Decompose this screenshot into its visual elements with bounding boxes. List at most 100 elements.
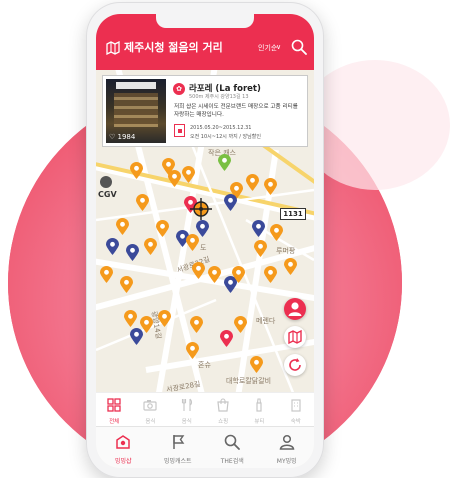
my-location-button[interactable] (284, 298, 306, 320)
grid-icon (107, 398, 121, 412)
map-label-place: 도 (200, 244, 207, 252)
map-pin[interactable] (250, 356, 263, 373)
category-stay[interactable]: 숙박 (278, 393, 314, 427)
map-pin[interactable] (130, 162, 143, 179)
phone-screen: 제주시청 젊음의 거리 인기순 ∨ ♡ 1984 ✿ 라포레 (La foret… (96, 14, 314, 468)
category-all[interactable]: 전체 (96, 393, 132, 427)
place-address: 500m 제주시 광양13길 13 (189, 94, 249, 100)
location-target-icon[interactable] (190, 198, 212, 220)
map-pin[interactable] (220, 330, 233, 347)
tab-my[interactable]: MY밍밍 (260, 427, 315, 468)
store-icon: ✿ (173, 83, 185, 95)
user-icon (279, 434, 295, 450)
category-food[interactable]: 음식 (169, 393, 205, 427)
map-pin[interactable] (126, 244, 139, 261)
road-number-sign: 1131 (280, 208, 306, 220)
map-pin[interactable] (186, 342, 199, 359)
tab-label: MY밍밍 (276, 458, 297, 465)
tab-shop[interactable]: 밍밍샵 (96, 427, 151, 468)
place-description: 저희 샵은 시세이도 전문브랜드 매장으로 고품 리티를 자랑하는 매장입니다. (174, 104, 298, 118)
map-pin[interactable] (116, 218, 129, 235)
map-pin-icon (116, 435, 130, 449)
map-pin[interactable] (196, 220, 209, 237)
map-pin[interactable] (232, 266, 245, 283)
cgv-icon (100, 176, 112, 188)
map-pin[interactable] (144, 238, 157, 255)
beauty-icon (256, 398, 263, 412)
map-icon (288, 329, 302, 345)
place-card[interactable]: ♡ 1984 ✿ 라포레 (La foret) 500m 제주시 광양13길 1… (102, 75, 308, 147)
map-pin[interactable] (192, 262, 205, 279)
shopping-bag-icon (217, 398, 229, 412)
tab-label: 밍밍샵 (114, 458, 132, 465)
map-label-cgv: CGV (98, 190, 117, 199)
map-pin[interactable] (252, 220, 265, 237)
shop-shelf (114, 93, 158, 127)
user-icon (288, 302, 302, 316)
building-icon (291, 399, 301, 412)
map-label-place: 루머팡 (276, 247, 296, 255)
camera-icon (143, 400, 158, 411)
event-period: 2015.05.20~2015.12.31 (190, 125, 252, 131)
map-pin[interactable] (246, 174, 259, 191)
map-pin[interactable] (284, 258, 297, 275)
tab-cast[interactable]: 밍밍캐스트 (151, 427, 206, 468)
map-pin[interactable] (264, 178, 277, 195)
category-beauty[interactable]: 뷰티 (241, 393, 277, 427)
map-pin[interactable] (270, 224, 283, 241)
category-bar: 전체 음식 음식 쇼핑 뷰티 숙박 (96, 392, 314, 426)
map-label-place: 메렌다 (256, 317, 276, 325)
map-pin[interactable] (124, 310, 137, 327)
tab-search[interactable]: THE검색 (205, 427, 260, 468)
chevron-down-icon[interactable]: ∨ (276, 43, 281, 51)
map-pin[interactable] (264, 266, 277, 283)
sort-dropdown[interactable]: 인기순 (258, 43, 277, 53)
map-pin[interactable] (168, 170, 181, 187)
map-pin[interactable] (100, 266, 113, 283)
category-label: 음식 (145, 419, 156, 425)
category-camera[interactable]: 음식 (132, 393, 168, 427)
promo-stage: 제주시청 젊음의 거리 인기순 ∨ ♡ 1984 ✿ 라포레 (La foret… (0, 0, 450, 478)
map-pin[interactable] (158, 310, 171, 327)
flag-icon (173, 435, 185, 449)
map-pin[interactable] (106, 238, 119, 255)
map-label-place: 대학로칼닭갈비 (226, 377, 272, 385)
map-pin[interactable] (136, 194, 149, 211)
map-pin[interactable] (120, 276, 133, 293)
map-icon[interactable] (106, 41, 120, 55)
map-pin[interactable] (130, 328, 143, 345)
event-icon (174, 124, 185, 137)
map-pin[interactable] (234, 316, 247, 333)
shop-sign (116, 82, 156, 89)
map-view[interactable]: ♡ 1984 ✿ 라포레 (La foret) 500m 제주시 광양13길 1… (96, 70, 314, 392)
refresh-icon (289, 358, 301, 371)
map-pin[interactable] (224, 194, 237, 211)
map-view-button[interactable] (284, 326, 306, 348)
phone-notch (156, 14, 254, 28)
category-label: 뷰티 (254, 419, 265, 425)
likes-count[interactable]: ♡ 1984 (109, 133, 135, 141)
bottom-tab-bar: 밍밍샵 밍밍캐스트 THE검색 MY밍밍 (96, 426, 314, 468)
map-pin[interactable] (254, 240, 267, 257)
category-label: 쇼핑 (218, 419, 229, 425)
category-label: 전체 (109, 419, 120, 425)
page-title: 제주시청 젊음의 거리 (124, 41, 223, 54)
event-hours: 오전 10시~12시 까지 / 앙님할인 (190, 134, 261, 140)
map-pin[interactable] (182, 166, 195, 183)
map-pin[interactable] (156, 220, 169, 237)
category-label: 음식 (181, 419, 192, 425)
map-label-place: 혼슈 (198, 361, 211, 369)
category-shopping[interactable]: 쇼핑 (205, 393, 241, 427)
category-label: 숙박 (290, 419, 301, 425)
search-icon[interactable] (291, 39, 307, 55)
refresh-button[interactable] (284, 354, 306, 376)
search-icon (224, 434, 241, 450)
tab-label: 밍밍캐스트 (163, 458, 192, 465)
map-pin[interactable] (190, 316, 203, 333)
map-pin[interactable] (208, 266, 221, 283)
phone-frame: 제주시청 젊음의 거리 인기순 ∨ ♡ 1984 ✿ 라포레 (La foret… (86, 2, 324, 478)
fork-knife-icon (181, 398, 192, 411)
place-photo[interactable]: ♡ 1984 (106, 79, 166, 143)
tab-label: THE검색 (220, 458, 244, 465)
map-pin[interactable] (218, 154, 231, 171)
